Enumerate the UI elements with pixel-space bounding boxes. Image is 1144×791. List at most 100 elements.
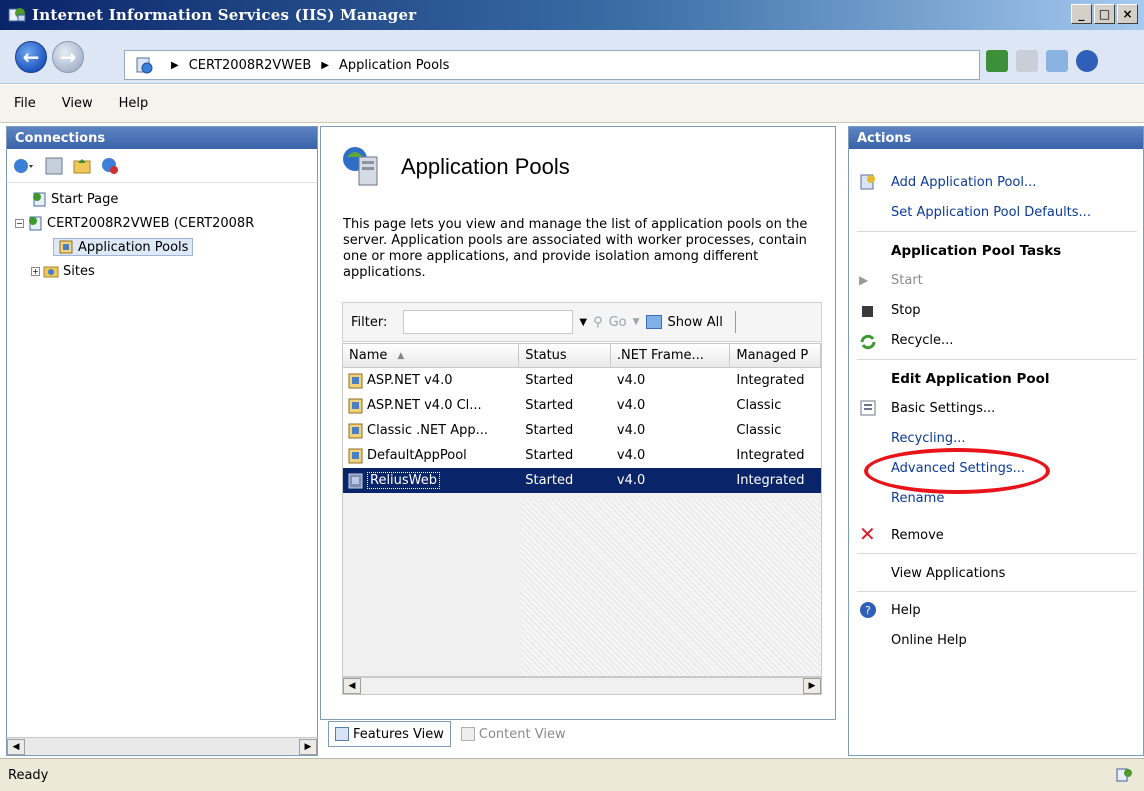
column-header-net-framework[interactable]: .NET Frame... <box>611 344 731 367</box>
help-link[interactable]: Help <box>891 603 921 618</box>
table-row[interactable]: ASP.NET v4.0 Started v4.0 Integrated <box>343 368 821 393</box>
disconnect-icon[interactable] <box>101 157 119 175</box>
menu-file[interactable]: File <box>14 96 36 111</box>
cell-managed-pipeline: Integrated <box>736 373 805 388</box>
tree-label-server: CERT2008R2VWEB (CERT2008R <box>47 215 255 231</box>
go-button[interactable]: Go <box>609 315 627 330</box>
recycle-link[interactable]: Recycle... <box>891 333 953 348</box>
filter-dropdown-icon[interactable]: ▼ <box>579 317 587 328</box>
tree-label-app-pools: Application Pools <box>78 239 189 255</box>
toolbar-separator <box>734 311 736 333</box>
recycling-link[interactable]: Recycling... <box>891 431 966 446</box>
table-row-selected[interactable]: ReliusWeb Started v4.0 Integrated <box>343 468 821 493</box>
tree-node-app-pools[interactable]: Application Pools <box>15 235 317 259</box>
column-header-managed-pipeline[interactable]: Managed P <box>730 344 821 367</box>
connections-panel: Connections Start Page − CERT2008R2VWEB … <box>6 126 318 756</box>
save-icon[interactable] <box>45 157 63 175</box>
forward-arrow-icon: → <box>59 45 77 69</box>
network-status-icon <box>1116 767 1134 783</box>
tree-node-server[interactable]: − CERT2008R2VWEB (CERT2008R <box>15 211 317 235</box>
sort-ascending-icon: ▲ <box>397 350 405 361</box>
up-folder-icon[interactable] <box>73 157 91 175</box>
close-button[interactable]: × <box>1117 4 1138 24</box>
app-pool-icon <box>347 423 365 439</box>
minimize-button[interactable]: _ <box>1071 4 1092 24</box>
server-icon <box>135 56 153 74</box>
add-application-pool-link[interactable]: Add Application Pool... <box>891 175 1036 190</box>
menu-help[interactable]: Help <box>119 96 149 111</box>
cell-name: ASP.NET v4.0 <box>367 373 453 388</box>
scroll-right-icon[interactable]: ▶ <box>299 738 317 755</box>
status-bar: Ready <box>0 758 1144 791</box>
iis-app-icon <box>8 7 26 23</box>
add-pool-icon <box>859 173 877 191</box>
view-applications-link[interactable]: View Applications <box>891 566 1005 581</box>
remove-link[interactable]: Remove <box>891 528 944 543</box>
table-row[interactable]: DefaultAppPool Started v4.0 Integrated <box>343 443 821 468</box>
actions-divider <box>857 591 1137 592</box>
actions-divider <box>857 553 1137 554</box>
cell-name: ASP.NET v4.0 Cl... <box>367 398 482 413</box>
set-pool-defaults-link[interactable]: Set Application Pool Defaults... <box>891 205 1091 220</box>
tree-node-start-page[interactable]: Start Page <box>15 187 317 211</box>
stop-link[interactable]: Stop <box>891 303 921 318</box>
address-right-buttons <box>986 50 1098 72</box>
filter-input[interactable] <box>403 310 574 334</box>
show-all-icon <box>645 315 662 329</box>
edit-pool-heading: Edit Application Pool <box>891 371 1050 387</box>
tab-features-view[interactable]: Features View <box>328 721 451 747</box>
cell-managed-pipeline: Classic <box>736 398 782 413</box>
start-icon: ▶ <box>859 273 869 287</box>
breadcrumb-app-pools[interactable]: Application Pools <box>339 58 449 73</box>
cell-name: Classic .NET App... <box>367 423 489 438</box>
status-text: Ready <box>8 767 49 783</box>
table-row[interactable]: ASP.NET v4.0 Cl... Started v4.0 Classic <box>343 393 821 418</box>
online-help-link[interactable]: Online Help <box>891 633 967 648</box>
tree-label-start-page: Start Page <box>51 191 119 207</box>
start-link[interactable]: Start <box>891 273 923 288</box>
app-pools-large-icon <box>341 145 381 189</box>
tree-node-sites[interactable]: + Sites <box>15 259 317 283</box>
home-icon[interactable] <box>1046 50 1068 72</box>
address-bar[interactable]: ▶ CERT2008R2VWEB ▶ Application Pools <box>124 50 980 80</box>
cell-status: Started <box>525 423 574 438</box>
go-dropdown-icon[interactable]: ▼ <box>633 317 640 327</box>
column-header-status[interactable]: Status <box>519 344 611 367</box>
go-icon[interactable]: ⚲ <box>593 315 603 330</box>
basic-settings-link[interactable]: Basic Settings... <box>891 401 995 416</box>
svg-text:?: ? <box>865 604 871 617</box>
tree-selected-app-pools[interactable]: Application Pools <box>53 238 194 256</box>
table-row[interactable]: Classic .NET App... Started v4.0 Classic <box>343 418 821 443</box>
window-controls: _ □ × <box>1071 4 1138 24</box>
features-panel: Application Pools This page lets you vie… <box>320 126 836 720</box>
stop-icon[interactable] <box>1016 50 1038 72</box>
grid-horizontal-scrollbar[interactable]: ◀ ▶ <box>342 677 822 695</box>
back-button[interactable]: ← <box>15 41 47 73</box>
connect-icon[interactable] <box>13 157 35 175</box>
show-all-button[interactable]: Show All <box>668 315 723 330</box>
column-header-name[interactable]: Name ▲ <box>343 344 520 367</box>
forward-button[interactable]: → <box>52 41 84 73</box>
connections-horizontal-scrollbar[interactable]: ◀ ▶ <box>7 737 317 755</box>
scroll-right-icon[interactable]: ▶ <box>803 678 821 694</box>
cell-net-version: v4.0 <box>616 373 646 388</box>
menu-view[interactable]: View <box>62 96 93 111</box>
maximize-button[interactable]: □ <box>1094 4 1115 24</box>
scroll-left-icon[interactable]: ◀ <box>343 678 361 694</box>
actions-divider <box>857 359 1137 360</box>
scroll-left-icon[interactable]: ◀ <box>7 738 25 755</box>
connections-header: Connections <box>7 127 317 149</box>
annotation-highlight-ring <box>864 448 1050 494</box>
tree-label-sites: Sites <box>63 263 95 279</box>
collapse-icon[interactable]: − <box>15 218 24 228</box>
app-pool-icon <box>58 239 74 255</box>
app-pool-icon <box>347 373 365 389</box>
expand-icon[interactable]: + <box>31 266 40 276</box>
cell-managed-pipeline: Integrated <box>736 473 805 488</box>
tab-content-view[interactable]: Content View <box>455 721 572 747</box>
breadcrumb-server[interactable]: CERT2008R2VWEB <box>189 58 312 73</box>
app-pool-icon <box>347 398 365 414</box>
help-icon[interactable] <box>1076 50 1098 72</box>
refresh-icon[interactable] <box>986 50 1008 72</box>
cell-status: Started <box>525 473 574 488</box>
